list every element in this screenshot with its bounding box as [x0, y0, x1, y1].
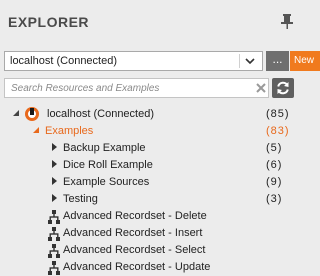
chevron-down-icon — [245, 58, 255, 65]
tree-node-label: Examples — [45, 125, 94, 137]
workflow-icon — [48, 227, 60, 241]
connection-selected-value: localhost (Connected) — [10, 55, 118, 67]
select-divider — [239, 54, 240, 68]
workflow-icon — [48, 261, 60, 275]
tree-node-label: Dice Roll Example — [63, 159, 153, 171]
expanded-arrow-icon[interactable] — [32, 126, 40, 134]
tree-folder-row[interactable]: Dice Roll Example (6) — [0, 157, 300, 174]
tree-node-label: Advanced Recordset - Update — [63, 261, 211, 273]
expanded-arrow-icon[interactable] — [12, 109, 20, 117]
tree-node-count: (83) — [266, 125, 290, 137]
tree-node-label: Backup Example — [63, 142, 146, 154]
tree-item-row[interactable]: Advanced Recordset - Delete — [0, 208, 300, 225]
tree-item-row[interactable]: Advanced Recordset - Select — [0, 242, 300, 259]
tree-node-count: (6) — [266, 159, 283, 171]
search-input[interactable]: Search Resources and Examples — [4, 78, 269, 98]
tree-node-count: (9) — [266, 176, 283, 188]
collapsed-arrow-icon[interactable] — [50, 143, 58, 151]
tree-node-label: Advanced Recordset - Delete — [63, 210, 207, 222]
tree-node-label: Advanced Recordset - Insert — [63, 227, 203, 239]
panel-header: EXPLORER — [0, 0, 300, 44]
tree-node-label: Testing — [63, 193, 98, 205]
new-button[interactable]: New — [290, 51, 320, 71]
workflow-icon — [48, 244, 60, 258]
tree-folder-row[interactable]: Example Sources (9) — [0, 174, 300, 191]
tree-node-count: (85) — [266, 108, 290, 120]
connection-select[interactable]: localhost (Connected) — [4, 51, 263, 71]
tree-node-examples[interactable]: Examples (83) — [0, 123, 300, 140]
search-placeholder: Search Resources and Examples — [11, 83, 160, 94]
workflow-icon — [48, 210, 60, 224]
tree-item-row[interactable]: Advanced Recordset - Update — [0, 259, 300, 276]
tree-node-root[interactable]: localhost (Connected) (85) — [0, 106, 300, 123]
more-options-button[interactable]: ... — [266, 51, 289, 71]
tree-node-count: (5) — [266, 142, 283, 154]
refresh-icon — [277, 81, 289, 95]
server-icon — [25, 107, 39, 121]
tree-folder-row[interactable]: Testing (3) — [0, 191, 300, 208]
tree-node-label: Example Sources — [63, 176, 150, 188]
collapsed-arrow-icon[interactable] — [50, 160, 58, 168]
tree-node-count: (3) — [266, 193, 283, 205]
collapsed-arrow-icon[interactable] — [50, 177, 58, 185]
clear-search-icon[interactable] — [256, 83, 266, 93]
refresh-button[interactable] — [272, 78, 294, 98]
tree-item-row[interactable]: Advanced Recordset - Insert — [0, 225, 300, 242]
tree-node-label: Advanced Recordset - Select — [63, 244, 206, 256]
pin-icon[interactable] — [280, 12, 294, 30]
tree-node-label: localhost (Connected) — [47, 108, 155, 120]
tree-folder-row[interactable]: Backup Example (5) — [0, 140, 300, 157]
panel-title: EXPLORER — [8, 14, 90, 30]
collapsed-arrow-icon[interactable] — [50, 194, 58, 202]
